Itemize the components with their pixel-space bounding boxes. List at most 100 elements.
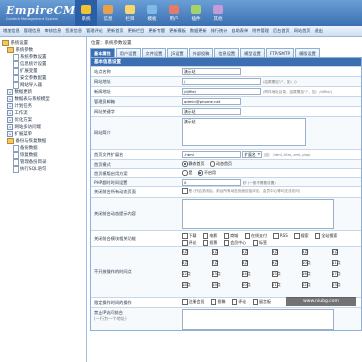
tree-node-scheduled-tasks[interactable]: + 计划任务 xyxy=(7,103,32,109)
tab-template[interactable]: 模板 xyxy=(141,0,163,26)
empirecms-logo: EmpireCMS xyxy=(6,4,85,17)
quick-nav-data-update[interactable]: 数据更新 xyxy=(190,28,207,34)
row-php-timeout: PHP超时时间设置 0秒 (一般不需要设置) xyxy=(91,177,361,186)
page-icon xyxy=(13,61,19,68)
page-icon xyxy=(13,152,19,159)
tab-info[interactable]: 信息 xyxy=(97,0,119,26)
template-list-yes-radio[interactable] xyxy=(182,170,188,176)
tree-node-security[interactable]: 安全参数配置 xyxy=(13,75,46,82)
tab-system[interactable]: 系统 xyxy=(75,0,97,26)
row-index-mode: 首页模式 静态首页 动态首页 xyxy=(91,159,361,168)
quick-nav-update-topic[interactable]: 更新专题 xyxy=(148,28,165,34)
tree-node-restore-data[interactable]: 恢复数据 xyxy=(13,152,38,159)
module-search-checkbox[interactable] xyxy=(294,233,300,239)
row-close-message: 关闭前台动态提示内容 xyxy=(91,197,361,230)
quick-nav-bar: 增加信息 管理信息 审核信息 签发信息 管理评论 更新首页 更新栏目 更新专题 … xyxy=(0,26,362,37)
module-comment-checkbox[interactable] xyxy=(182,240,188,246)
quick-nav-attachments[interactable]: 附件管理 xyxy=(252,28,269,34)
row-news-url: 新闻地址 /d/file/(附件地址目录，结尾需加"/"，如：/d/file/) xyxy=(91,86,361,96)
tree-node-ext-menu[interactable]: + 扩展菜单 xyxy=(7,131,32,137)
page-icon xyxy=(13,166,19,173)
site-name-input[interactable]: 演示站 xyxy=(182,68,241,75)
tree-node-system-params[interactable]: 系统参数 xyxy=(7,47,33,53)
top-nav: 系统 信息 栏目 模板 用户 插件 其他 xyxy=(75,0,229,26)
settings-table: 基本信息设置 站点名称 演示站 网站地址 / (结尾需加"/"，如：/) 新闻地址… xyxy=(90,57,362,331)
user-icon xyxy=(169,4,179,14)
tree-node-info-stats[interactable]: 信息统计设置 xyxy=(13,61,46,68)
quick-nav-update-template[interactable]: 更新模板 xyxy=(169,28,186,34)
page-icon xyxy=(13,54,19,61)
expand-icon: + xyxy=(7,124,13,130)
static-index-radio[interactable] xyxy=(182,161,188,167)
description-textarea[interactable]: 演示站 xyxy=(182,118,306,146)
module-shop-checkbox[interactable] xyxy=(223,233,230,239)
tree-node-workflow[interactable]: + 工作流 xyxy=(7,110,28,116)
tab-user[interactable]: 用户 xyxy=(163,0,185,26)
quick-nav-admin-home[interactable]: 后台首页 xyxy=(273,28,290,34)
expand-icon: + xyxy=(7,103,13,109)
template-list-no-radio[interactable] xyxy=(197,170,203,176)
site-url-input[interactable]: / xyxy=(182,78,261,85)
tab-column[interactable]: 栏目 xyxy=(119,0,141,26)
tree-node-backup-restore[interactable]: 备份与恢复数据 xyxy=(7,138,46,144)
quick-nav-audit-info[interactable]: 审核信息 xyxy=(45,28,62,34)
row-description: 网站简介 演示站 xyxy=(91,116,361,149)
quick-nav-stats[interactable]: 排行统计 xyxy=(211,28,228,34)
row-close-modules: 关闭前台模块相关功能 下载 电影 商城 在线支付 RSS 搜索 全站搜索 评论 … xyxy=(91,230,361,246)
quick-nav-sign-info[interactable]: 签发信息 xyxy=(65,28,82,34)
module-movie-checkbox[interactable] xyxy=(202,233,209,239)
close-message-textarea[interactable] xyxy=(182,199,334,229)
module-tags-checkbox[interactable] xyxy=(252,240,259,246)
tree-node-optimization[interactable]: + 优化方案 xyxy=(7,117,32,123)
sidebar-tree: 系统设置 系统参数 系统参数设置 信息统计设置 扩展变量 安全参数配置 网站导入… xyxy=(0,37,87,362)
limit-comment-checkbox[interactable] xyxy=(231,299,238,305)
row-site-name: 站点名称 演示站 xyxy=(91,66,361,76)
quick-nav-update-home[interactable]: 更新首页 xyxy=(107,28,124,34)
module-payment-checkbox[interactable] xyxy=(244,233,251,239)
deny-ip-textarea[interactable] xyxy=(182,309,334,330)
module-fullsearch-checkbox[interactable] xyxy=(314,233,321,239)
close-site-checkbox[interactable] xyxy=(182,188,188,194)
tree-node-multi-access[interactable]: + 网站多访问端 xyxy=(7,124,41,130)
tree-node-exec-sql[interactable]: 执行SQL语句 xyxy=(13,166,46,173)
row-index-ext: 首页文件扩展名 .html 扩展名(如：.html,.htm,.xml,.php… xyxy=(91,149,361,159)
index-ext-input[interactable]: .html xyxy=(182,151,241,158)
quick-nav-logout[interactable]: 退出 xyxy=(314,28,322,34)
tree-node-system-param-settings[interactable]: 系统参数设置 xyxy=(13,54,46,61)
expand-icon: + xyxy=(7,117,13,123)
logo-subtitle: Content Management System xyxy=(6,17,59,21)
quick-nav-manage-info[interactable]: 管理信息 xyxy=(24,28,41,34)
expand-icon: + xyxy=(7,131,13,137)
quick-nav-update-column[interactable]: 更新栏目 xyxy=(128,28,145,34)
row-keywords: 网站关键字 演示站 xyxy=(91,106,361,116)
system-icon xyxy=(81,4,91,14)
tree-node-site-importer[interactable]: 网站导入器 xyxy=(13,82,42,89)
keywords-input[interactable]: 演示站 xyxy=(182,108,241,115)
page-icon xyxy=(13,75,19,82)
limit-guestbook-checkbox[interactable] xyxy=(252,299,259,305)
tab-other[interactable]: 其他 xyxy=(207,0,229,26)
tree-node-tables-models[interactable]: + 数据表与系统模型 xyxy=(7,96,50,102)
dynamic-index-radio[interactable] xyxy=(209,161,215,167)
module-member-checkbox[interactable] xyxy=(223,240,230,246)
tree-node-backup-data[interactable]: 备份数据 xyxy=(13,145,38,152)
tab-plugin[interactable]: 插件 xyxy=(185,0,207,26)
news-url-input[interactable]: /d/file/ xyxy=(182,88,261,95)
index-ext-select[interactable]: 扩展名 xyxy=(242,151,262,158)
admin-email-input[interactable]: admin@phome.net xyxy=(182,98,241,105)
tree-node-ext-vars[interactable]: 扩展变量 xyxy=(13,68,38,75)
module-vote-checkbox[interactable] xyxy=(202,240,209,246)
quick-nav-forms[interactable]: 自助表单 xyxy=(231,28,248,34)
row-closed-hours: 不开放操作的时间点 0点 1点 2点 3点 4点 5点 6点 7点 8点 9点 … xyxy=(91,246,361,297)
module-rss-checkbox[interactable] xyxy=(273,233,279,239)
quick-nav-add-info[interactable]: 增加信息 xyxy=(3,28,20,34)
limit-register-checkbox[interactable] xyxy=(182,299,188,305)
quick-nav-manage-comment[interactable]: 管理评论 xyxy=(86,28,103,34)
quick-nav-site-home[interactable]: 网站首页 xyxy=(294,28,311,34)
tree-node-backup-dirs[interactable]: 管理备份目录 xyxy=(13,159,46,166)
php-timeout-input[interactable]: 0 xyxy=(182,179,241,186)
tree-node-system-settings[interactable]: 系统设置 xyxy=(2,40,28,46)
module-download-checkbox[interactable] xyxy=(182,233,188,239)
tree-node-data-update[interactable]: + 数据更新 xyxy=(7,89,32,95)
limit-contribute-checkbox[interactable] xyxy=(210,299,217,305)
